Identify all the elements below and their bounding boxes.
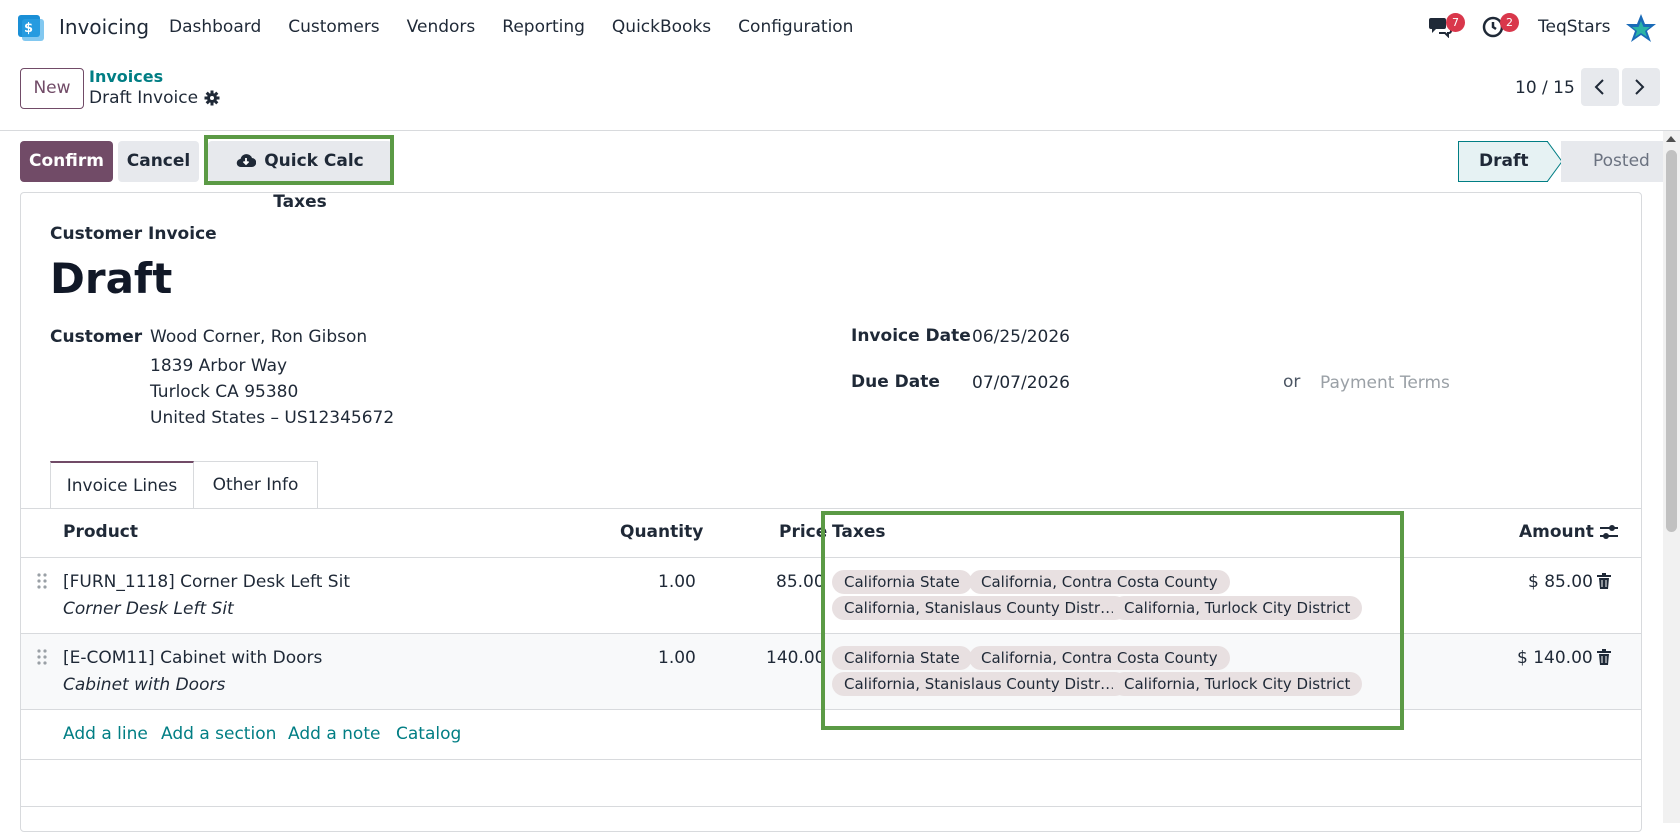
- customer-address-line1: 1839 Arbor Way: [150, 356, 288, 376]
- row2-price[interactable]: 140.00: [766, 648, 825, 668]
- drag-handle-icon[interactable]: [37, 649, 47, 665]
- or-text: or: [1283, 372, 1301, 392]
- due-date-label: Due Date: [851, 372, 940, 392]
- menu-dashboard[interactable]: Dashboard: [169, 17, 261, 37]
- status-posted[interactable]: Posted: [1561, 141, 1664, 182]
- row2-description[interactable]: Cabinet with Doors: [63, 675, 225, 695]
- trash-icon[interactable]: [1597, 573, 1611, 589]
- breadcrumb-invoices[interactable]: Invoices: [89, 67, 163, 86]
- tabs-divider: [20, 508, 1642, 509]
- status-draft[interactable]: Draft: [1458, 141, 1548, 182]
- customer-address-line3: United States – US12345672: [150, 408, 395, 428]
- row1-description[interactable]: Corner Desk Left Sit: [63, 599, 234, 619]
- row1-quantity[interactable]: 1.00: [658, 572, 696, 592]
- app-name[interactable]: Invoicing: [59, 15, 149, 39]
- taxes-highlight: [821, 511, 1404, 730]
- cancel-button[interactable]: Cancel: [118, 141, 199, 182]
- row2-product[interactable]: [E-COM11] Cabinet with Doors: [63, 648, 322, 668]
- invoicing-app-icon[interactable]: $: [18, 15, 44, 41]
- footer-divider: [20, 806, 1642, 807]
- top-navbar: $ Invoicing Dashboard Customers Vendors …: [0, 0, 1680, 56]
- invoice-title: Draft: [50, 254, 173, 303]
- action-bar: Confirm Cancel Quick Calc Taxes Draft Po…: [0, 131, 1680, 212]
- add-links-divider: [20, 759, 1642, 760]
- menu-configuration[interactable]: Configuration: [738, 17, 853, 37]
- invoice-date-field[interactable]: 06/25/2026: [972, 327, 1070, 347]
- add-line-link[interactable]: Add a line: [63, 724, 148, 744]
- pager-next-button[interactable]: [1622, 68, 1660, 106]
- row1-amount: $ 85.00: [1528, 572, 1593, 592]
- activities-badge: 2: [1500, 13, 1519, 32]
- chevron-right-icon: [1635, 79, 1645, 95]
- menu-reporting[interactable]: Reporting: [502, 17, 585, 37]
- menu-customers[interactable]: Customers: [288, 17, 379, 37]
- gear-icon[interactable]: [204, 90, 220, 106]
- messages-badge: 7: [1446, 13, 1465, 32]
- scrollbar-thumb[interactable]: [1666, 150, 1677, 532]
- column-quantity[interactable]: Quantity: [620, 522, 703, 542]
- add-note-link[interactable]: Add a note: [288, 724, 380, 744]
- pager-previous-button[interactable]: [1581, 68, 1619, 106]
- due-date-field[interactable]: 07/07/2026: [972, 373, 1070, 393]
- row2-quantity[interactable]: 1.00: [658, 648, 696, 668]
- chevron-left-icon: [1594, 79, 1604, 95]
- customer-field[interactable]: Wood Corner, Ron Gibson: [150, 327, 367, 347]
- catalog-link[interactable]: Catalog: [396, 724, 461, 744]
- tab-other-info[interactable]: Other Info: [194, 461, 318, 509]
- user-name[interactable]: TeqStars: [1538, 17, 1610, 37]
- menu-quickbooks[interactable]: QuickBooks: [612, 17, 711, 37]
- row2-amount: $ 140.00: [1517, 648, 1593, 668]
- confirm-button[interactable]: Confirm: [20, 141, 113, 182]
- add-section-link[interactable]: Add a section: [161, 724, 276, 744]
- customer-label: Customer: [50, 327, 143, 347]
- breadcrumb-current-label: Draft Invoice: [89, 88, 199, 108]
- quick-calc-highlight: [204, 135, 394, 185]
- customer-address-line2: Turlock CA 95380: [150, 382, 299, 402]
- column-product[interactable]: Product: [63, 522, 138, 542]
- activities-button[interactable]: 2: [1482, 13, 1519, 42]
- drag-handle-icon[interactable]: [37, 573, 47, 589]
- tab-invoice-lines[interactable]: Invoice Lines: [50, 461, 194, 509]
- column-amount[interactable]: Amount: [1519, 522, 1594, 542]
- trash-icon[interactable]: [1597, 649, 1611, 665]
- messages-button[interactable]: 7: [1428, 13, 1465, 42]
- payment-terms-field[interactable]: Payment Terms: [1320, 373, 1450, 393]
- pager-value[interactable]: 10 / 15: [1515, 78, 1575, 98]
- svg-text:$: $: [24, 21, 33, 36]
- scroll-up-icon[interactable]: [1665, 135, 1677, 143]
- new-button[interactable]: New: [20, 68, 84, 109]
- document-type: Customer Invoice: [50, 224, 217, 244]
- menu-vendors[interactable]: Vendors: [407, 17, 476, 37]
- column-settings-icon[interactable]: [1599, 523, 1619, 541]
- main-menu: Dashboard Customers Vendors Reporting Qu…: [169, 17, 880, 37]
- invoice-date-label: Invoice Date: [851, 326, 971, 346]
- company-star-icon[interactable]: [1625, 13, 1657, 43]
- row1-product[interactable]: [FURN_1118] Corner Desk Left Sit: [63, 572, 350, 592]
- row1-price[interactable]: 85.00: [776, 572, 825, 592]
- breadcrumb-current: Draft Invoice: [89, 88, 220, 108]
- control-panel: New Invoices Draft Invoice 10 / 15: [0, 56, 1680, 131]
